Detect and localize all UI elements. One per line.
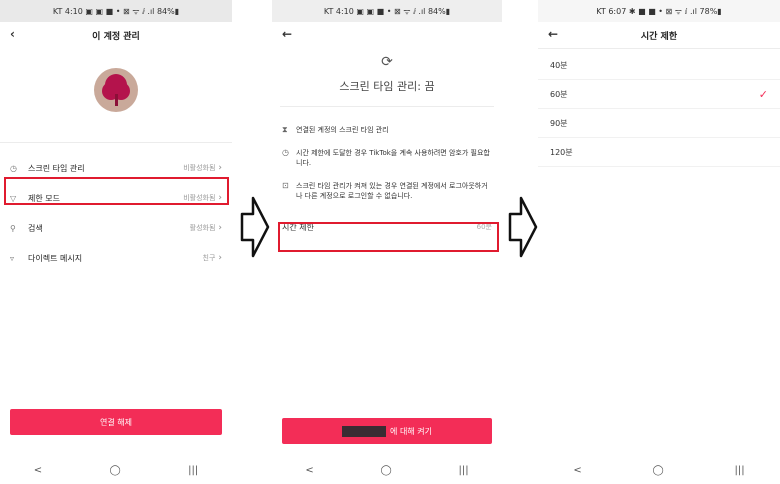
menu-item-value: 비활성화됨 — [183, 194, 216, 202]
system-navbar: < ◯ ||| — [272, 456, 502, 484]
avatar[interactable] — [94, 68, 138, 112]
redacted-name — [342, 425, 387, 437]
back-arrow-icon[interactable]: ← — [548, 27, 562, 41]
chevron-right-icon: › — [218, 253, 222, 263]
page-title: 이 계정 관리 — [92, 31, 140, 42]
chevron-right-icon: › — [218, 193, 222, 203]
time-limit-label: 시간 제한 — [282, 222, 314, 232]
system-navbar: < ◯ ||| — [538, 456, 780, 484]
page-title: 시간 제한 — [640, 31, 678, 42]
menu-item-screen-time[interactable]: ◷ 스크린 타임 관리 비활성화됨 › — [0, 153, 232, 183]
status-bar: KT 4:10 ▣ ▣ ■ • ⊠ ᯤ ⅈ .ıl 84%▮ — [0, 0, 232, 22]
menu-item-value: 활성화됨 — [189, 224, 216, 232]
header: ← 시간 제한 — [538, 22, 780, 48]
menu-item-restricted-mode[interactable]: ▽ 제한 모드 비활성화됨 › — [0, 183, 232, 213]
nav-recents-icon[interactable]: ||| — [735, 465, 745, 476]
timer-lock-icon: ⟳ — [381, 54, 393, 70]
menu-item-value: 비활성화됨 — [183, 164, 216, 172]
screen-time-title: 스크린 타임 관리: 끔 — [339, 80, 435, 93]
disconnect-button[interactable]: 연결 해제 — [10, 409, 222, 435]
menu-item-direct-message[interactable]: ▿ 다이렉트 메시지 친구 › — [0, 243, 232, 273]
clock-icon: ◷ — [10, 163, 17, 173]
account-screen: KT 4:10 ▣ ▣ ■ • ⊠ ᯤ ⅈ .ıl 84%▮ ‹ 이 계정 관리… — [0, 0, 232, 484]
checkmark-icon: ✓ — [758, 87, 768, 101]
time-limit-options: 40분 60분 ✓ 90분 120분 — [538, 49, 780, 167]
feature-list: ⧗ 연결된 계정의 스크린 타임 관리 ◷ 시간 제한에 도달한 경우 TikT… — [272, 107, 502, 201]
option-90[interactable]: 90분 — [538, 109, 780, 138]
screen-time-header: ⟳ 스크린 타임 관리: 끔 — [272, 48, 502, 94]
menu-item-value: 친구 — [202, 254, 216, 262]
menu-item-label: 스크린 타임 관리 — [28, 163, 85, 173]
message-icon: ▿ — [10, 253, 15, 263]
tutorial-image: KT 4:10 ▣ ▣ ■ • ⊠ ᯤ ⅈ .ıl 84%▮ ‹ 이 계정 관리… — [0, 0, 780, 484]
arrow-right-icon — [508, 196, 538, 258]
time-limit-value: 60분 — [476, 223, 492, 231]
settings-menu: ◷ 스크린 타임 관리 비활성화됨 › ▽ 제한 모드 비활성화됨 › ⚲ 검색… — [0, 153, 232, 273]
option-60[interactable]: 60분 ✓ — [538, 80, 780, 109]
time-limit-row[interactable]: 시간 제한 60분 — [272, 214, 502, 240]
filter-icon: ▽ — [10, 193, 17, 203]
time-limit-screen: KT 6:07 ✱ ■ ■ • ⊠ ᯤ ⅈ .ıl 78%▮ ← 시간 제한 4… — [538, 0, 780, 484]
back-arrow-icon[interactable]: ‹ — [10, 27, 24, 41]
nav-home-icon[interactable]: ◯ — [653, 465, 664, 476]
nav-recents-icon[interactable]: ||| — [459, 465, 469, 476]
menu-item-label: 제한 모드 — [28, 193, 60, 203]
header: ‹ 이 계정 관리 — [0, 22, 232, 48]
screen-time-screen: KT 4:10 ▣ ▣ ■ • ⊠ ᯤ ⅈ .ıl 84%▮ ← ⟳ 스크린 타… — [272, 0, 502, 484]
option-40[interactable]: 40분 — [538, 51, 780, 80]
header: ← — [272, 22, 502, 48]
feature-item: ⧗ 연결된 계정의 스크린 타임 관리 — [282, 125, 389, 134]
avatar-section — [0, 48, 232, 142]
chevron-right-icon: › — [218, 163, 222, 173]
feature-item: ◷ 시간 제한에 도달한 경우 TikTok을 계속 사용하려면 암호가 필요합… — [282, 148, 490, 167]
option-120[interactable]: 120분 — [538, 138, 780, 167]
nav-back-icon[interactable]: < — [34, 465, 42, 476]
tree-icon — [105, 74, 127, 96]
menu-item-label: 검색 — [28, 223, 43, 233]
search-icon: ⚲ — [10, 223, 16, 233]
nav-home-icon[interactable]: ◯ — [381, 465, 392, 476]
nav-recents-icon[interactable]: ||| — [188, 465, 198, 476]
nav-home-icon[interactable]: ◯ — [110, 465, 121, 476]
status-bar: KT 4:10 ▣ ▣ ■ • ⊠ ᯤ ⅈ .ıl 84%▮ — [272, 0, 502, 22]
clock-icon: ◷ — [282, 148, 289, 157]
lock-icon: ⊡ — [282, 181, 289, 190]
menu-item-search[interactable]: ⚲ 검색 활성화됨 › — [0, 213, 232, 243]
turn-on-button[interactable]: 에 대해 켜기 — [282, 418, 492, 444]
nav-back-icon[interactable]: < — [573, 465, 581, 476]
status-bar: KT 6:07 ✱ ■ ■ • ⊠ ᯤ ⅈ .ıl 78%▮ — [538, 0, 780, 22]
back-arrow-icon[interactable]: ← — [282, 27, 296, 41]
feature-item: ⊡ 스크린 타임 관리가 켜져 있는 경우 연결된 계정에서 로그아웃하거나 다… — [282, 181, 488, 200]
system-navbar: < ◯ ||| — [0, 456, 232, 484]
nav-back-icon[interactable]: < — [305, 465, 313, 476]
arrow-right-icon — [240, 196, 270, 258]
menu-item-label: 다이렉트 메시지 — [28, 253, 83, 263]
hourglass-icon: ⧗ — [282, 125, 288, 134]
chevron-right-icon: › — [218, 223, 222, 233]
